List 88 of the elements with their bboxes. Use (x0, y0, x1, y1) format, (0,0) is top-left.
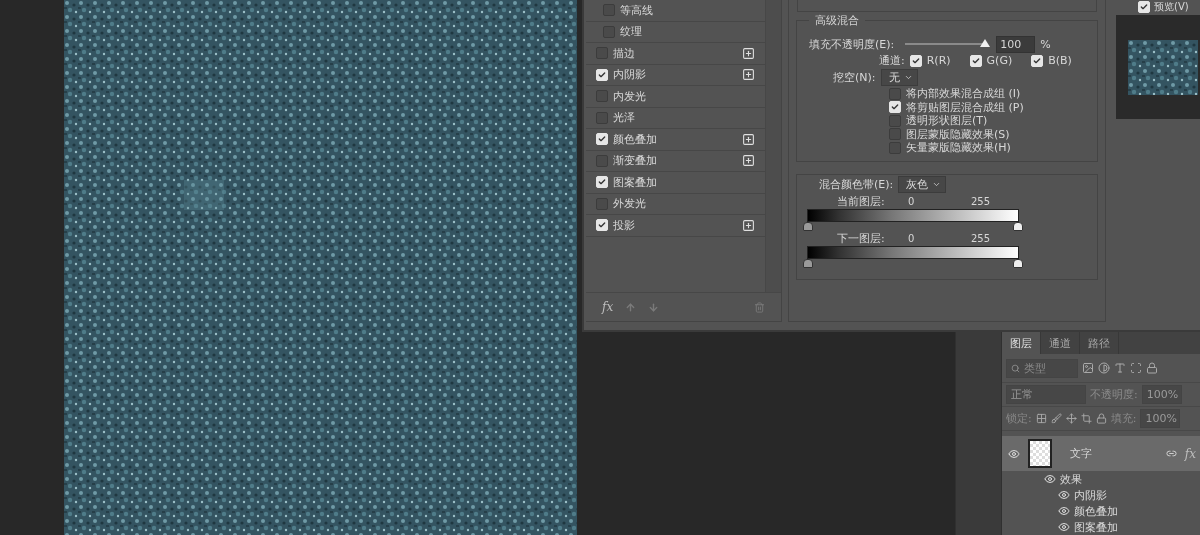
style-label[interactable]: 图案叠加 (613, 174, 657, 190)
checkbox-label[interactable]: 将内部效果混合成组 (I) (906, 86, 1021, 102)
high-thumb[interactable] (1013, 258, 1023, 268)
add-icon[interactable] (742, 132, 755, 146)
range-high: 255 (971, 233, 991, 244)
field-label: 填充不透明度(E): (809, 36, 895, 52)
layer-thumbnail (1028, 439, 1052, 468)
style-label[interactable]: 描边 (613, 45, 635, 61)
add-icon[interactable] (742, 218, 755, 232)
range-low: 0 (908, 196, 916, 207)
layer-row[interactable]: 文字 fx (1002, 436, 1200, 471)
knockout-dropdown[interactable]: 无 (880, 69, 918, 86)
range-high: 255 (971, 196, 991, 207)
style-label[interactable]: 颜色叠加 (613, 131, 657, 147)
up-arrow-icon (625, 301, 637, 313)
checkbox[interactable] (889, 114, 901, 127)
field-label: 通道: (879, 53, 905, 68)
effect-name: 颜色叠加 (1074, 503, 1118, 519)
lock-icon (1146, 362, 1158, 374)
move-icon (1065, 413, 1077, 424)
low-thumb[interactable] (803, 221, 813, 231)
fx-button[interactable]: fx (602, 300, 614, 314)
down-arrow-icon (648, 301, 660, 313)
caret-icon (903, 73, 913, 82)
style-label[interactable]: 内阴影 (613, 67, 646, 83)
layer-name: 文字 (1070, 446, 1092, 461)
checkbox-label[interactable]: 透明形状图层(T) (906, 113, 988, 129)
checkbox-label[interactable]: R(R) (926, 54, 951, 67)
checkbox-label[interactable]: 矢量蒙版隐藏效果(H) (906, 140, 1011, 156)
style-label[interactable]: 内发光 (613, 88, 646, 104)
style-label[interactable]: 光泽 (613, 110, 635, 126)
field-label: 混合颜色带(E): (819, 177, 894, 192)
checkbox-label[interactable]: G(G) (986, 54, 1013, 67)
group-title: 高级混合 (809, 13, 865, 28)
style-row[interactable]: 光泽 (586, 107, 765, 129)
high-thumb[interactable] (1013, 221, 1023, 231)
blend-if-dropdown[interactable]: 灰色 (898, 176, 947, 193)
style-row[interactable]: 等高线 (586, 0, 765, 22)
lock-icon (1095, 413, 1107, 424)
brush-icon (1050, 413, 1062, 424)
shape-icon (1130, 362, 1142, 374)
field-label: 当前图层: (837, 194, 886, 209)
preview-swatch (1128, 39, 1198, 95)
add-icon[interactable] (742, 68, 755, 82)
text-icon (1114, 362, 1126, 374)
style-row[interactable]: 颜色叠加 (586, 129, 765, 151)
low-thumb[interactable] (803, 258, 813, 268)
fill-field[interactable]: 100% (1140, 409, 1181, 428)
trash-icon (754, 301, 765, 313)
style-row[interactable]: 图案叠加 (586, 172, 765, 194)
effect-name: 内阴影 (1074, 487, 1107, 503)
checkbox[interactable] (889, 87, 901, 100)
opacity-field[interactable]: 100% (1141, 385, 1182, 404)
style-label[interactable]: 渐变叠加 (613, 153, 657, 169)
effect-name: 效果 (1060, 471, 1082, 487)
style-label[interactable]: 等高线 (620, 2, 653, 18)
blend-mode-dropdown[interactable]: 正常 (1006, 385, 1086, 404)
search-icon (1011, 363, 1020, 373)
field-label: 挖空(N): (833, 70, 876, 85)
unit-label: % (1040, 37, 1051, 51)
checkbox-label[interactable]: 预览(V) (1154, 0, 1189, 14)
style-row[interactable]: 描边 (586, 43, 765, 65)
effect-name: 图案叠加 (1074, 519, 1118, 535)
style-row[interactable]: 外发光 (586, 193, 765, 215)
crop-icon (1080, 413, 1092, 424)
style-row[interactable]: 投影 (586, 215, 765, 237)
image-icon (1082, 362, 1094, 374)
style-row[interactable]: 纹理 (586, 21, 765, 43)
style-label[interactable]: 纹理 (620, 24, 642, 40)
panel-tab[interactable]: 图层 (1002, 332, 1041, 354)
style-row[interactable]: 渐变叠加 (586, 150, 765, 172)
style-row[interactable]: 内发光 (586, 86, 765, 108)
add-icon[interactable] (742, 46, 755, 60)
fx-label: fx (1184, 446, 1196, 461)
style-label[interactable]: 投影 (613, 217, 635, 233)
checker-icon (1035, 413, 1047, 424)
link-icon (1165, 448, 1177, 459)
checkbox-label[interactable]: 图层蒙版隐藏效果(S) (906, 126, 1010, 142)
range-low: 0 (908, 233, 916, 244)
field-label: 下一图层: (837, 231, 886, 246)
checkbox-label[interactable]: B(B) (1048, 54, 1072, 67)
half-circle-icon (1098, 362, 1110, 374)
checkbox-label[interactable]: 将剪贴图层混合成组 (P) (906, 99, 1024, 115)
style-row[interactable]: 内阴影 (586, 64, 765, 86)
style-label[interactable]: 外发光 (613, 196, 646, 212)
opacity-input[interactable]: 100 (996, 35, 1036, 53)
add-icon[interactable] (742, 154, 755, 168)
caret-icon (932, 180, 942, 189)
